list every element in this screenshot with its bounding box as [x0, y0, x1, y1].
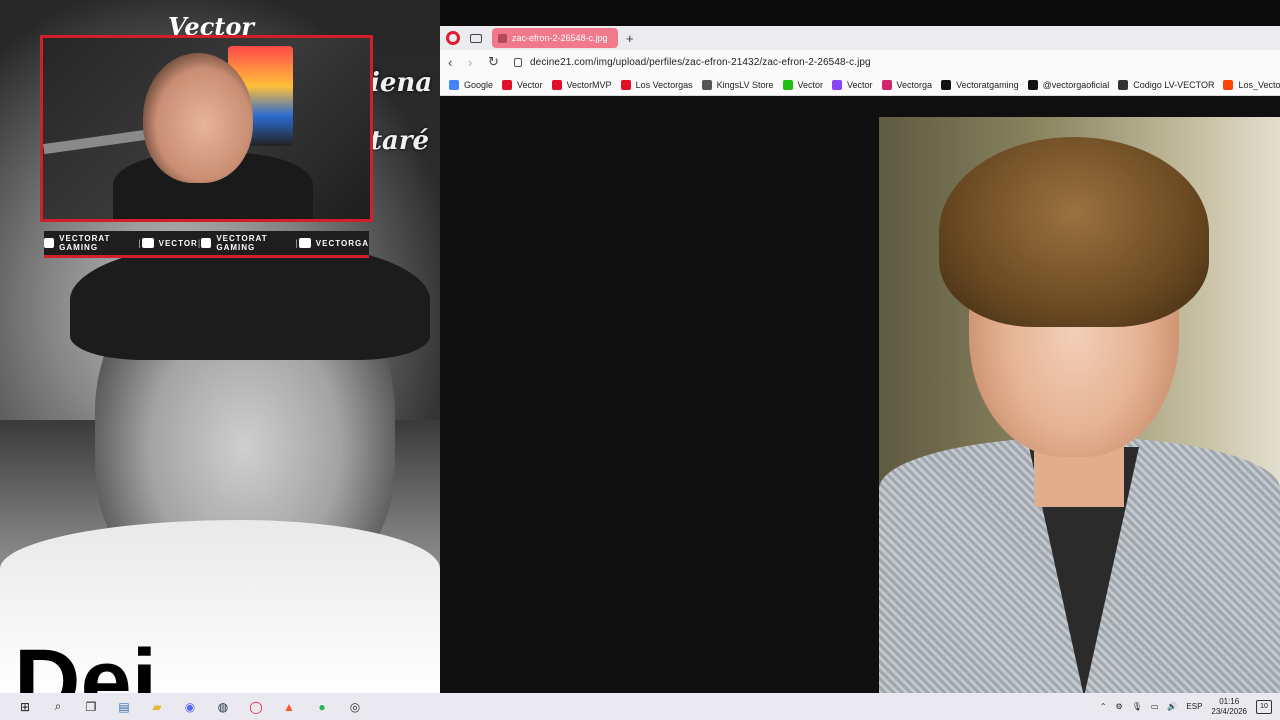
brave-icon[interactable]: ▲: [281, 699, 297, 715]
network-icon[interactable]: ▭: [1151, 702, 1159, 711]
address-bar: ‹ › ↻ decine21.com/img/upload/perfiles/z…: [440, 50, 1280, 74]
browser-window: zac-efron-2-26548-c.jpg + ‹ › ↻ decine21…: [440, 26, 1280, 693]
instagram-icon: [881, 79, 892, 90]
start-icon[interactable]: ⊞: [17, 699, 33, 715]
background-hair: [70, 240, 430, 360]
x-icon: [941, 79, 952, 90]
bookmark-item[interactable]: @vectorgaoficial: [1027, 79, 1110, 90]
bookmark-label: Vector: [797, 79, 824, 90]
clock-time: 01:16: [1219, 696, 1240, 706]
microphone-icon[interactable]: 🎙: [1132, 702, 1142, 711]
social-instagram-label: VECTORGA: [315, 238, 369, 248]
search-icon[interactable]: ⌕: [50, 699, 66, 715]
chevron-up-icon[interactable]: ⌃: [1100, 702, 1107, 711]
page-content: [440, 96, 1280, 693]
overlay-side-text-2: taré: [370, 126, 430, 156]
system-tray: ⌃ ⚙ 🎙 ▭ 🔊 ESP 01:16 23/4/2026 10: [1100, 693, 1280, 720]
bookmark-label: Vectorga: [896, 79, 933, 90]
tab-bar: zac-efron-2-26548-c.jpg +: [440, 26, 1280, 50]
bookmark-item[interactable]: Codigo LV-VECTOR: [1118, 79, 1215, 90]
social-twitch-label: VECTOR: [158, 238, 198, 248]
volume-icon[interactable]: 🔊: [1167, 702, 1177, 711]
bookmark-label: Los_Vectorga: [1238, 79, 1280, 90]
bookmark-label: Google: [464, 79, 494, 90]
social-twitter-label: VECTORAT GAMING: [216, 234, 268, 252]
bookmark-item[interactable]: Vector: [782, 79, 824, 90]
twitter-icon: [201, 238, 212, 248]
discord-icon[interactable]: ◉: [182, 699, 198, 715]
webcam-feed: [40, 35, 373, 222]
youtube-icon: [44, 238, 55, 248]
notification-icon[interactable]: 10: [1256, 699, 1272, 714]
opera-icon[interactable]: ◯: [248, 699, 264, 715]
bookmark-label: Los Vectorgas: [635, 79, 693, 90]
bookmark-item[interactable]: Vector: [832, 79, 873, 90]
social-instagram: VECTORGA: [298, 238, 369, 248]
social-youtube: VECTORAT GAMING: [44, 234, 138, 252]
youtube-icon: [620, 79, 631, 90]
bookmark-label: Vector: [517, 79, 543, 90]
store-icon: [1118, 79, 1129, 90]
lock-icon[interactable]: [514, 57, 522, 67]
tab-island-icon[interactable]: [470, 33, 482, 43]
bookmark-item[interactable]: Vectorga: [881, 79, 933, 90]
bookmarks-bar: Google Vector VectorMVP Los Vectorgas KingsL…: [440, 74, 1280, 96]
device-icon[interactable]: ⚙: [1116, 702, 1123, 711]
social-twitter: VECTORAT GAMING: [201, 234, 295, 252]
back-icon[interactable]: ‹: [448, 55, 460, 70]
displayed-image[interactable]: [879, 117, 1280, 693]
bookmark-item[interactable]: Los Vectorgas: [620, 79, 693, 90]
twitch-icon: [832, 79, 843, 90]
youtube-icon: [502, 79, 513, 90]
kick-icon: [782, 79, 793, 90]
google-icon: [449, 79, 459, 90]
bookmark-label: Vector: [847, 79, 873, 90]
bookmark-label: Codigo LV-VECTOR: [1133, 79, 1215, 90]
bookmark-label: Vectoratgaming: [956, 79, 1019, 90]
social-bar: VECTORAT GAMING | VECTOR | VECTORAT GAMI…: [44, 231, 369, 258]
language-indicator[interactable]: ESP: [1186, 702, 1202, 711]
forward-icon[interactable]: ›: [468, 55, 480, 70]
crown-icon: [701, 79, 712, 90]
bookmark-item[interactable]: VectorMVP: [551, 79, 612, 90]
instagram-icon: [298, 238, 311, 248]
bookmark-item[interactable]: Vectoratgaming: [941, 79, 1019, 90]
tab-title: zac-efron-2-26548-c.jpg: [512, 33, 608, 43]
tiktok-icon: [1027, 79, 1038, 90]
task-view-icon[interactable]: ❐: [83, 699, 99, 715]
twitch-icon: [141, 238, 154, 248]
image-favicon-icon: [498, 33, 507, 43]
overlay-side-text-1: iena: [370, 68, 433, 98]
clock-date: 23/4/2026: [1211, 706, 1247, 716]
bookmark-item[interactable]: Vector: [502, 79, 543, 90]
opera-menu-icon[interactable]: [446, 31, 460, 45]
obs-icon[interactable]: ◎: [347, 699, 363, 715]
url-field[interactable]: decine21.com/img/upload/perfiles/zac-efr…: [530, 57, 871, 68]
bookmark-item[interactable]: Los_Vectorga: [1223, 79, 1280, 90]
overlay-big-text: Dei: [14, 631, 158, 693]
bookmark-label: @vectorgaoficial: [1042, 79, 1110, 90]
clock[interactable]: 01:16 23/4/2026: [1211, 697, 1247, 716]
streamer-head: [143, 53, 253, 183]
youtube-icon: [551, 79, 562, 90]
bookmark-label: VectorMVP: [566, 79, 612, 90]
reload-icon[interactable]: ↻: [488, 54, 500, 70]
bookmark-item[interactable]: Google: [449, 79, 494, 90]
explorer-icon[interactable]: ▤: [116, 699, 132, 715]
taskbar: ⊞ ⌕ ❐ ▤ ▰ ◉ ◍ ◯ ▲ ● ◎ ⌃ ⚙ 🎙 ▭ 🔊 ESP 01:16 23/4/202…: [0, 693, 1280, 720]
social-twitch: VECTOR: [141, 238, 198, 248]
spotify-icon[interactable]: ●: [314, 699, 330, 715]
photo-hair: [939, 137, 1209, 327]
file-folder-icon[interactable]: ▰: [149, 699, 165, 715]
new-tab-button[interactable]: +: [626, 31, 634, 46]
social-youtube-label: VECTORAT GAMING: [59, 234, 111, 252]
tab-active[interactable]: zac-efron-2-26548-c.jpg: [492, 28, 618, 48]
reddit-icon: [1223, 79, 1234, 90]
bookmark-item[interactable]: KingsLV Store: [701, 79, 774, 90]
steam-icon[interactable]: ◍: [215, 699, 231, 715]
bookmark-label: KingsLV Store: [716, 79, 774, 90]
